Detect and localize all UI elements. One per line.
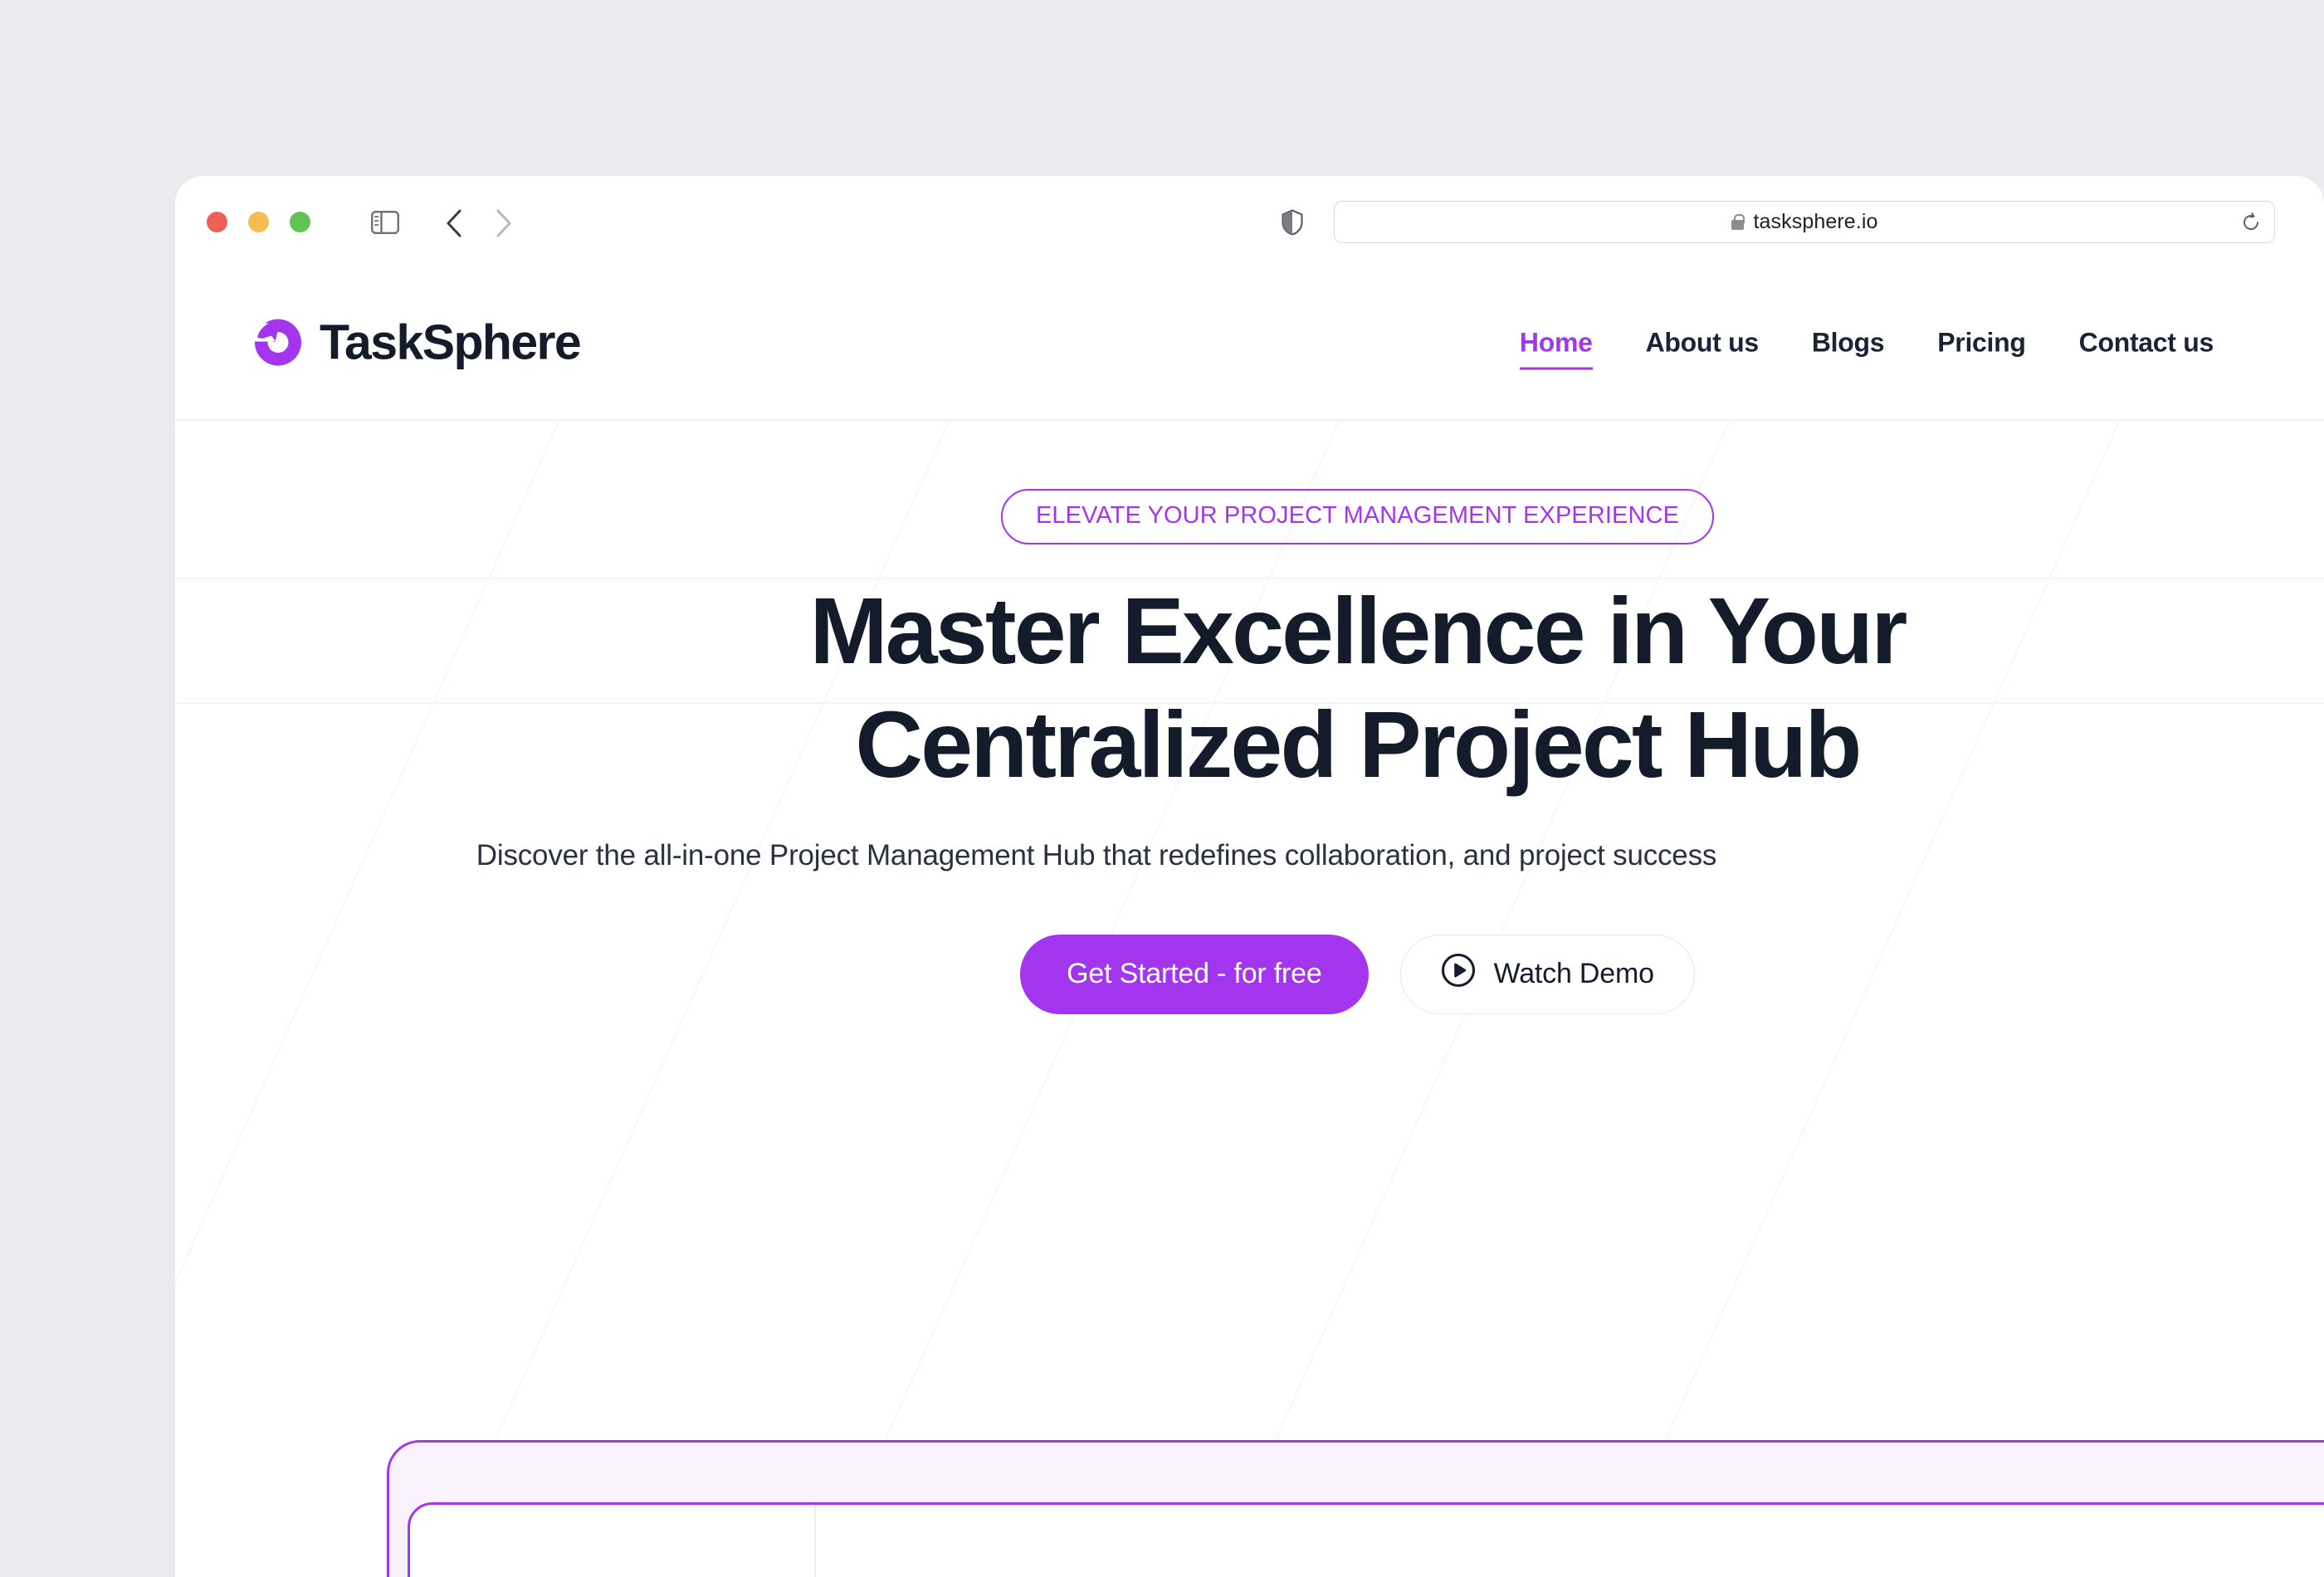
lock-icon <box>1731 214 1745 230</box>
watch-demo-button[interactable]: Watch Demo <box>1399 934 1695 1014</box>
hero-subtitle: Discover the all-in-one Project Manageme… <box>476 839 1717 872</box>
nav-item-about-us[interactable]: About us <box>1619 327 1785 358</box>
product-preview-panel <box>408 1502 2324 1577</box>
window-controls <box>207 212 310 232</box>
hero-title-line-1: Master Excellence in Your <box>809 579 1907 683</box>
close-window-button[interactable] <box>207 212 227 232</box>
hero-title: Master Excellence in Your Centralized Pr… <box>391 584 2324 792</box>
hero-badge: ELEVATE YOUR PROJECT MANAGEMENT EXPERIEN… <box>1000 489 1715 544</box>
maximize-window-button[interactable] <box>290 212 310 232</box>
tasksphere-ring-logo-icon <box>255 319 301 366</box>
main-navigation: Home About us Blogs Pricing Contact us <box>1493 327 2214 369</box>
chevron-right-icon[interactable] <box>495 209 513 242</box>
sidebar-toggle-icon[interactable] <box>371 211 400 235</box>
brand-logo[interactable]: TaskSphere <box>255 315 582 369</box>
hero-content: ELEVATE YOUR PROJECT MANAGEMENT EXPERIEN… <box>175 420 2324 1014</box>
product-preview-frame <box>387 1440 2324 1577</box>
address-bar-content: tasksphere.io <box>1731 210 1878 234</box>
hero-cta-group: Get Started - for free Watch Demo <box>391 934 2324 1014</box>
watch-demo-label: Watch Demo <box>1493 958 1654 990</box>
nav-item-blogs[interactable]: Blogs <box>1785 327 1911 358</box>
preview-sidebar-divider <box>814 1505 816 1577</box>
address-bar[interactable]: tasksphere.io <box>1334 201 2275 243</box>
browser-toolbar: tasksphere.io <box>175 176 2324 266</box>
reload-icon[interactable] <box>2241 212 2261 232</box>
get-started-button[interactable]: Get Started - for free <box>1020 934 1369 1014</box>
hero-section: ELEVATE YOUR PROJECT MANAGEMENT EXPERIEN… <box>175 420 2324 1577</box>
hero-title-line-2: Centralized Project Hub <box>855 692 1862 797</box>
nav-item-home[interactable]: Home <box>1493 327 1619 369</box>
nav-item-pricing[interactable]: Pricing <box>1911 327 2052 358</box>
browser-navigation <box>445 209 513 242</box>
play-circle-icon <box>1441 953 1476 995</box>
browser-window: tasksphere.io TaskSphere Home About us B… <box>175 176 2324 1577</box>
minimize-window-button[interactable] <box>248 212 269 232</box>
nav-item-contact-us[interactable]: Contact us <box>2053 327 2214 358</box>
url-text: tasksphere.io <box>1753 210 1878 233</box>
chevron-left-icon[interactable] <box>445 209 463 242</box>
shield-icon[interactable] <box>1281 209 1304 236</box>
site-header: TaskSphere Home About us Blogs Pricing C… <box>175 266 2324 420</box>
brand-name: TaskSphere <box>320 315 582 369</box>
